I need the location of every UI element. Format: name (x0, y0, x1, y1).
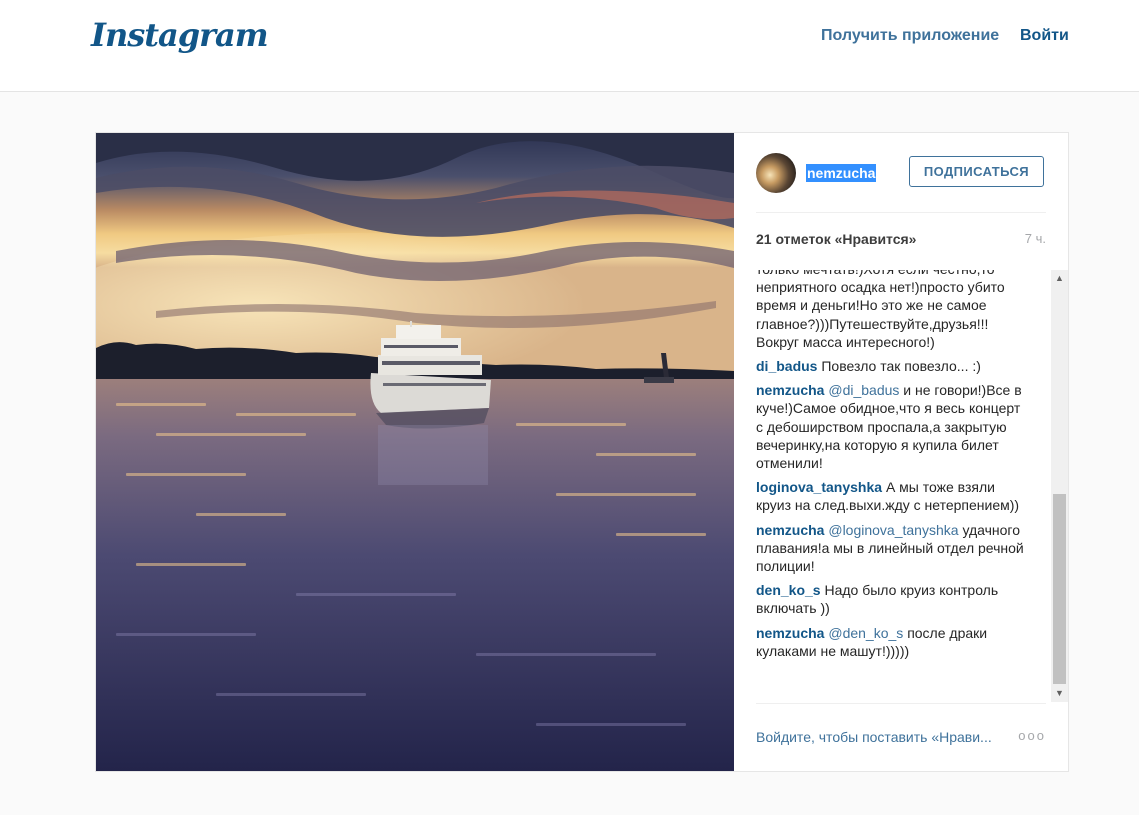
post-time[interactable]: 7 ч. (1025, 231, 1046, 246)
more-options-icon[interactable]: ооо (1018, 728, 1046, 743)
login-to-like-link[interactable]: Войдите (756, 729, 811, 745)
login-to-like-text: , чтобы поставить «Нрави... (810, 729, 992, 745)
comment-text: Повезло так повезло... :) (821, 358, 981, 375)
top-bar: Instagram Получить приложение Войти (0, 0, 1139, 92)
comments-scrollbar[interactable]: ▲ ▼ (1051, 270, 1068, 702)
post-photo[interactable] (96, 133, 734, 771)
follow-button[interactable]: ПОДПИСАТЬСЯ (909, 156, 1044, 187)
comment-mention[interactable]: @loginova_tanyshka (828, 522, 958, 538)
instagram-logo[interactable]: Instagram (91, 16, 269, 54)
comment-mention[interactable]: @di_badus (828, 382, 899, 398)
comment-item: nemzucha @den_ko_s после драки кулаками … (756, 624, 1031, 660)
comment-item: nemzucha @loginova_tanyshka удачного пла… (756, 521, 1031, 576)
comment-username[interactable]: nemzucha (756, 625, 824, 641)
comment-username[interactable]: di_badus (756, 358, 817, 374)
comment-item: di_badus Повезло так повезло... :) (756, 357, 1031, 375)
login-link[interactable]: Войти (1020, 27, 1069, 45)
comment-username[interactable]: den_ko_s (756, 582, 821, 598)
post-header: nemzucha ПОДПИСАТЬСЯ (756, 153, 1046, 213)
comments-list: только мечтать!)Хотя если честно,то непр… (756, 270, 1031, 666)
author-username[interactable]: nemzucha (806, 164, 877, 182)
comments-scroll-area[interactable]: только мечтать!)Хотя если честно,то непр… (756, 270, 1068, 702)
likes-row: 21 отметок «Нравится» 7 ч. (756, 231, 1046, 251)
comment-username[interactable]: loginova_tanyshka (756, 479, 882, 495)
comment-item: den_ko_s Надо было круиз контроль включа… (756, 581, 1031, 617)
comment-item: loginova_tanyshka А мы тоже взяли круиз … (756, 478, 1031, 514)
comment-username[interactable]: nemzucha (756, 522, 824, 538)
comment-mention[interactable]: @den_ko_s (828, 625, 903, 641)
get-app-link[interactable]: Получить приложение (821, 27, 999, 45)
scroll-down-arrow-icon[interactable]: ▼ (1051, 685, 1068, 702)
comment-username[interactable]: nemzucha (756, 382, 824, 398)
post-card: nemzucha ПОДПИСАТЬСЯ 21 отметок «Нравитс… (95, 132, 1069, 772)
sunset-river-ship-image (96, 133, 734, 771)
likes-count[interactable]: 21 отметок «Нравится» (756, 231, 916, 247)
post-footer: Войдите, чтобы поставить «Нрави... ооо (756, 703, 1046, 771)
caption-text: только мечтать!)Хотя если честно,то непр… (756, 270, 1005, 350)
login-to-like-prompt: Войдите, чтобы поставить «Нрави... (756, 729, 992, 745)
scrollbar-thumb[interactable] (1053, 494, 1066, 684)
scroll-up-arrow-icon[interactable]: ▲ (1051, 270, 1068, 287)
post-sidebar: nemzucha ПОДПИСАТЬСЯ 21 отметок «Нравитс… (734, 133, 1068, 771)
author-avatar[interactable] (756, 153, 796, 193)
comment-item: nemzucha @di_badus и не говори!)Все в ку… (756, 381, 1031, 472)
